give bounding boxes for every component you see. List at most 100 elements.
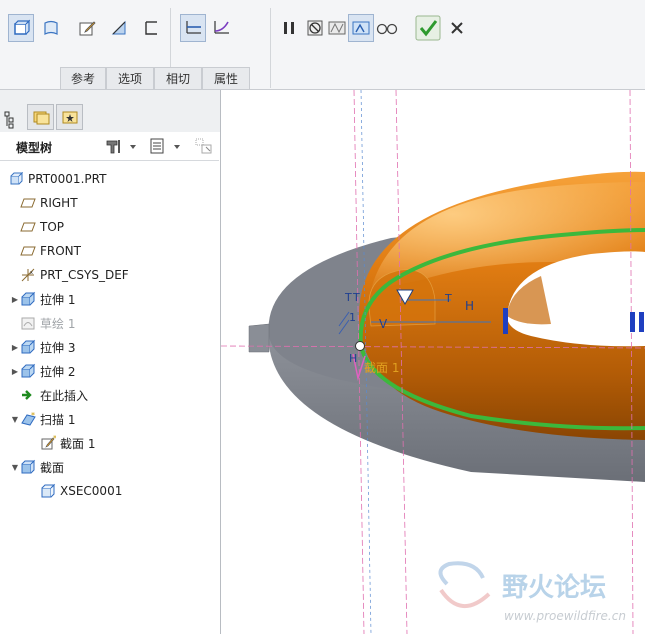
expand-toggle-icon[interactable]: ▶: [10, 295, 20, 304]
tree-settings-button[interactable]: [104, 137, 140, 155]
tree-item-label: 拉伸 1: [40, 292, 76, 307]
constraint-label-t2: T: [352, 291, 360, 304]
csys-icon: x: [20, 267, 36, 283]
tree-item[interactable]: * 截面 1: [0, 432, 219, 454]
tree-item[interactable]: ▼ * 扫描 1: [0, 408, 219, 430]
expand-toggle-icon[interactable]: ▶: [10, 343, 20, 352]
ok-check-icon[interactable]: [414, 14, 442, 42]
datum-plane-icon: [20, 195, 36, 211]
tree-item-label: 草绘 1: [40, 316, 76, 331]
hammer-icon: [106, 140, 136, 154]
model-tree-header: 模型树: [0, 132, 219, 161]
constant-section-icon[interactable]: [180, 14, 206, 42]
tab-properties[interactable]: 属性: [202, 67, 250, 89]
start-point-marker: [355, 341, 365, 351]
tab-options[interactable]: 选项: [106, 67, 154, 89]
tree-item[interactable]: ▶ 拉伸 1: [0, 288, 219, 310]
expand-toggle-icon[interactable]: ▼: [10, 463, 20, 472]
constraint-label-h-small: H: [349, 352, 357, 365]
sweep-icon: *: [20, 411, 36, 427]
cancel-x-icon[interactable]: [444, 14, 470, 42]
tree-columns-button[interactable]: [194, 137, 214, 155]
base-tab: [248, 323, 270, 353]
pause-icon[interactable]: [276, 14, 302, 42]
model-tree-panel: 模型树 PRT0001.PRT RIGHT TOP FRONT x PRT_CSYS_DE…: [0, 90, 221, 634]
tree-item-label: PRT_CSYS_DEF: [40, 268, 129, 282]
graphics-viewport[interactable]: T T T 1 V H H 截面 1 野火论坛 www.proewildfire…: [221, 90, 645, 634]
svg-text:x: x: [30, 270, 33, 276]
dimension-handle[interactable]: [630, 312, 635, 332]
section-sketch-icon: *: [40, 435, 56, 451]
extrude-icon: [20, 291, 36, 307]
tree-item-label: PRT0001.PRT: [28, 172, 107, 186]
glasses-icon[interactable]: [374, 14, 400, 42]
model-graphics: T T T 1 V H H 截面 1 野火论坛 www.proewildfire…: [221, 90, 645, 634]
xsec-icon: [40, 483, 56, 499]
tree-item[interactable]: ▶ 拉伸 3: [0, 336, 219, 358]
tab-references[interactable]: 参考: [60, 67, 106, 89]
tree-item[interactable]: RIGHT: [0, 192, 219, 214]
remove-material-icon[interactable]: [106, 14, 132, 42]
tab-favorites[interactable]: [56, 104, 83, 130]
tree-item-label: 在此插入: [40, 388, 89, 403]
tab-tangency[interactable]: 相切: [154, 67, 202, 89]
insert-arrow-icon: [20, 387, 36, 403]
watermark-logo: 野火论坛: [502, 573, 606, 603]
verify-icon[interactable]: [348, 14, 374, 42]
watermark-url: www.proewildfire.cn: [504, 609, 626, 623]
columns-icon: [195, 138, 212, 154]
tree-item[interactable]: 在此插入: [0, 384, 219, 406]
tree-item-label: RIGHT: [40, 196, 78, 210]
tab-folder-browser[interactable]: [27, 104, 54, 130]
solid-icon[interactable]: [8, 14, 34, 42]
ribbon-separator: [270, 8, 271, 88]
constraint-label-t3: T: [444, 292, 452, 305]
extrude-icon: [20, 339, 36, 355]
tree-item[interactable]: XSEC0001: [0, 480, 219, 502]
edit-sketch-icon[interactable]: [74, 14, 100, 42]
datum-plane-icon: [20, 219, 36, 235]
surface-icon[interactable]: [38, 14, 64, 42]
tab-model-tree[interactable]: [0, 106, 22, 132]
tree-item-label: TOP: [40, 220, 65, 234]
tree-item[interactable]: 草绘 1: [0, 312, 219, 334]
thicken-icon[interactable]: [138, 14, 164, 42]
tree-item-label: XSEC0001: [60, 484, 123, 498]
tree-item-label: 截面 1: [60, 436, 96, 451]
tree-item-label: 拉伸 3: [40, 340, 76, 355]
xsec-folder-icon: [20, 459, 36, 475]
constraint-label-h: H: [465, 299, 474, 313]
watermark: 野火论坛 www.proewildfire.cn: [438, 561, 626, 623]
section-label: 截面 1: [364, 361, 399, 375]
sweep-dashboard: 参考 选项 相切 属性: [0, 0, 645, 90]
list-icon: [150, 138, 180, 154]
part-icon: [8, 171, 24, 187]
tree-item[interactable]: PRT0001.PRT: [0, 168, 219, 190]
watermark-swoosh: [438, 561, 485, 586]
preview-icon[interactable]: [324, 14, 350, 42]
tree-item[interactable]: x PRT_CSYS_DEF: [0, 264, 219, 286]
dimension-handle[interactable]: [503, 308, 508, 334]
svg-text:*: *: [31, 411, 35, 420]
tree-item-label: 拉伸 2: [40, 364, 76, 379]
expand-toggle-icon[interactable]: ▶: [10, 367, 20, 376]
tree-item-label: 截面: [40, 460, 65, 475]
svg-text:*: *: [53, 435, 56, 443]
navigator-tabs: [0, 90, 220, 132]
sketch-icon: [20, 315, 36, 331]
expand-toggle-icon[interactable]: ▼: [10, 415, 20, 424]
tree-item[interactable]: ▶ 拉伸 2: [0, 360, 219, 382]
model-tree-title: 模型树: [16, 141, 53, 155]
constraint-label-v: V: [379, 317, 388, 331]
tree-filter-button[interactable]: [148, 137, 184, 155]
tree-item[interactable]: ▼ 截面: [0, 456, 219, 478]
extrude-icon: [20, 363, 36, 379]
tree-item[interactable]: FRONT: [0, 240, 219, 262]
dimension-handle[interactable]: [639, 312, 644, 332]
constraint-label-t1: T: [344, 291, 352, 304]
tree-item-label: FRONT: [40, 244, 81, 258]
variable-section-icon[interactable]: [208, 14, 234, 42]
datum-plane-icon: [20, 243, 36, 259]
tree-item[interactable]: TOP: [0, 216, 219, 238]
constraint-label-one: 1: [349, 311, 356, 324]
